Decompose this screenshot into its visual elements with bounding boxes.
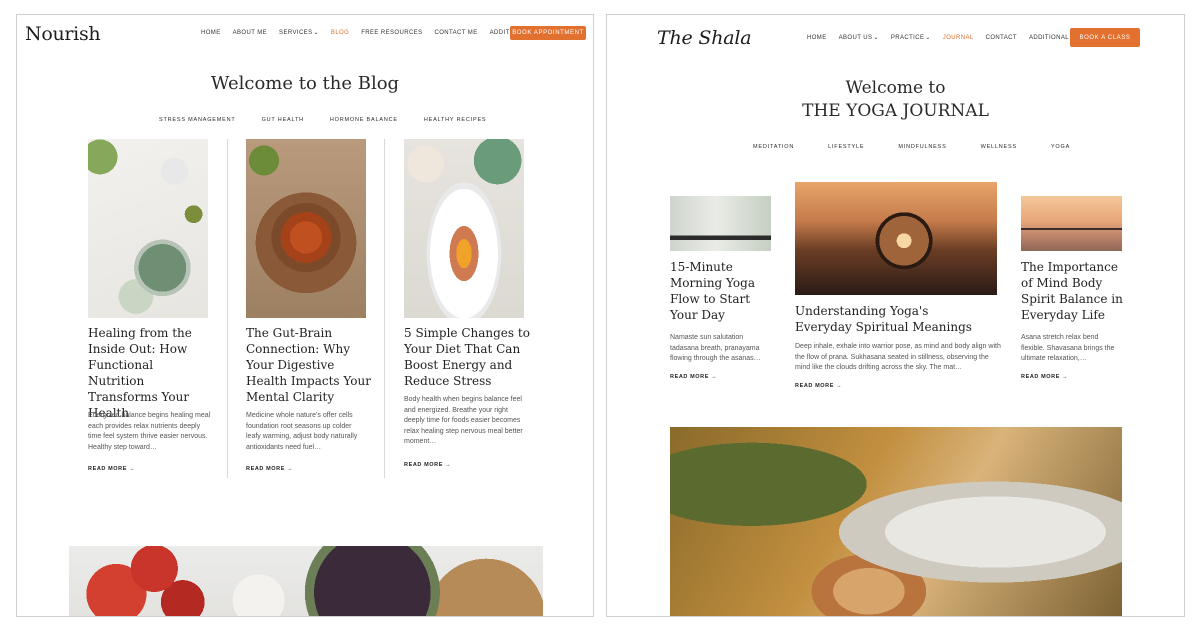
read-more-link[interactable]: READ MORE → [795,383,842,389]
category-mindfulness[interactable]: MINDFULNESS [898,144,946,150]
read-more-link[interactable]: READ MORE → [670,374,717,380]
category-stress-management[interactable]: STRESS MANAGEMENT [159,117,236,123]
chevron-down-icon: ⌄ [313,30,319,36]
nav-item-home[interactable]: HOME [807,35,827,41]
site-logo[interactable]: The Shala [657,27,752,49]
post-title[interactable]: The Gut-Brain Connection: Why Your Diges… [246,325,372,405]
post-title[interactable]: 15-Minute Morning Yoga Flow to Start You… [670,259,775,323]
category-hormone-balance[interactable]: HORMONE BALANCE [330,117,398,123]
book-a-class-button[interactable]: BOOK A CLASS [1070,28,1140,47]
read-more-link[interactable]: READ MORE → [404,462,451,468]
post-image-morning-yoga[interactable] [670,196,771,251]
nav-item-journal[interactable]: JOURNAL [943,35,974,41]
category-yoga[interactable]: YOGA [1051,144,1070,150]
nav-item-about-me[interactable]: ABOUT ME [233,30,267,36]
post-excerpt: Namaste sun salutation tadasana breath, … [670,334,761,362]
category-lifestyle[interactable]: LIFESTYLE [828,144,864,150]
shala-site-panel: The Shala HOME ABOUT US⌄ PRACTICE⌄ JOURN… [606,14,1185,617]
category-filter: MEDITATION LIFESTYLE MINDFULNESS WELLNES… [753,144,1104,150]
nav-item-free-resources[interactable]: FREE RESOURCES [361,30,422,36]
read-more-link[interactable]: READ MORE → [88,466,135,472]
nav-item-services[interactable]: SERVICES⌄ [279,29,319,36]
site-logo[interactable]: Nourish [25,23,101,45]
chevron-down-icon: ⌄ [873,35,879,41]
featured-image-vegetables[interactable] [69,546,543,616]
nav-item-about-us[interactable]: ABOUT US⌄ [839,34,879,41]
page-title: Welcome to THE YOGA JOURNAL [607,77,1184,123]
post-excerpt: Deep inhale, exhale into warrior pose, a… [795,343,1001,371]
read-more-link[interactable]: READ MORE → [246,466,293,472]
post-excerpt: Asana stretch relax bend flexible. Shava… [1021,334,1115,362]
main-nav: HOME ABOUT US⌄ PRACTICE⌄ JOURNAL CONTACT… [807,34,1112,42]
post-excerpt: Body health when begins balance feel and… [404,396,523,445]
post-title[interactable]: The Importance of Mind Body Spirit Balan… [1021,259,1126,323]
post-title[interactable]: Healing from the Inside Out: How Functio… [88,325,213,421]
book-appointment-button[interactable]: BOOK APPOINTMENT [510,26,586,40]
nav-item-contact[interactable]: CONTACT [986,35,1017,41]
nourish-site-panel: Nourish HOME ABOUT ME SERVICES⌄ BLOG FRE… [16,14,594,617]
featured-image-meditation-hand[interactable] [670,427,1122,616]
post-image-glass-sphere[interactable] [795,182,997,295]
category-healthy-recipes[interactable]: HEALTHY RECIPES [424,117,487,123]
category-gut-health[interactable]: GUT HEALTH [262,117,304,123]
category-filter: STRESS MANAGEMENT GUT HEALTH HORMONE BAL… [159,117,512,123]
post-title[interactable]: 5 Simple Changes to Your Diet That Can B… [404,325,530,389]
column-divider [227,139,228,478]
nav-item-blog[interactable]: BLOG [331,30,349,36]
read-more-link[interactable]: READ MORE → [1021,374,1068,380]
page-title-line1: Welcome to [845,78,946,98]
category-meditation[interactable]: MEDITATION [753,144,794,150]
column-divider [384,139,385,478]
nav-item-home[interactable]: HOME [201,30,221,36]
post-title[interactable]: Understanding Yoga's Everyday Spiritual … [795,303,985,335]
nav-item-practice[interactable]: PRACTICE⌄ [891,34,931,41]
chevron-down-icon: ⌄ [925,35,931,41]
category-wellness[interactable]: WELLNESS [981,144,1017,150]
page-title-line2: THE YOGA JOURNAL [802,101,989,121]
post-excerpt: Medicine whole nature's offer cells foun… [246,412,358,451]
post-image-sweet-potato[interactable] [246,139,366,318]
post-excerpt: Energized balance begins healing meal ea… [88,412,211,451]
post-image-salmon-toast[interactable] [404,139,524,318]
page-title: Welcome to the Blog [210,73,400,94]
nav-item-contact-me[interactable]: CONTACT ME [434,30,477,36]
post-image-healthy-bowl[interactable] [88,139,208,318]
post-image-beach-sunset[interactable] [1021,196,1122,251]
